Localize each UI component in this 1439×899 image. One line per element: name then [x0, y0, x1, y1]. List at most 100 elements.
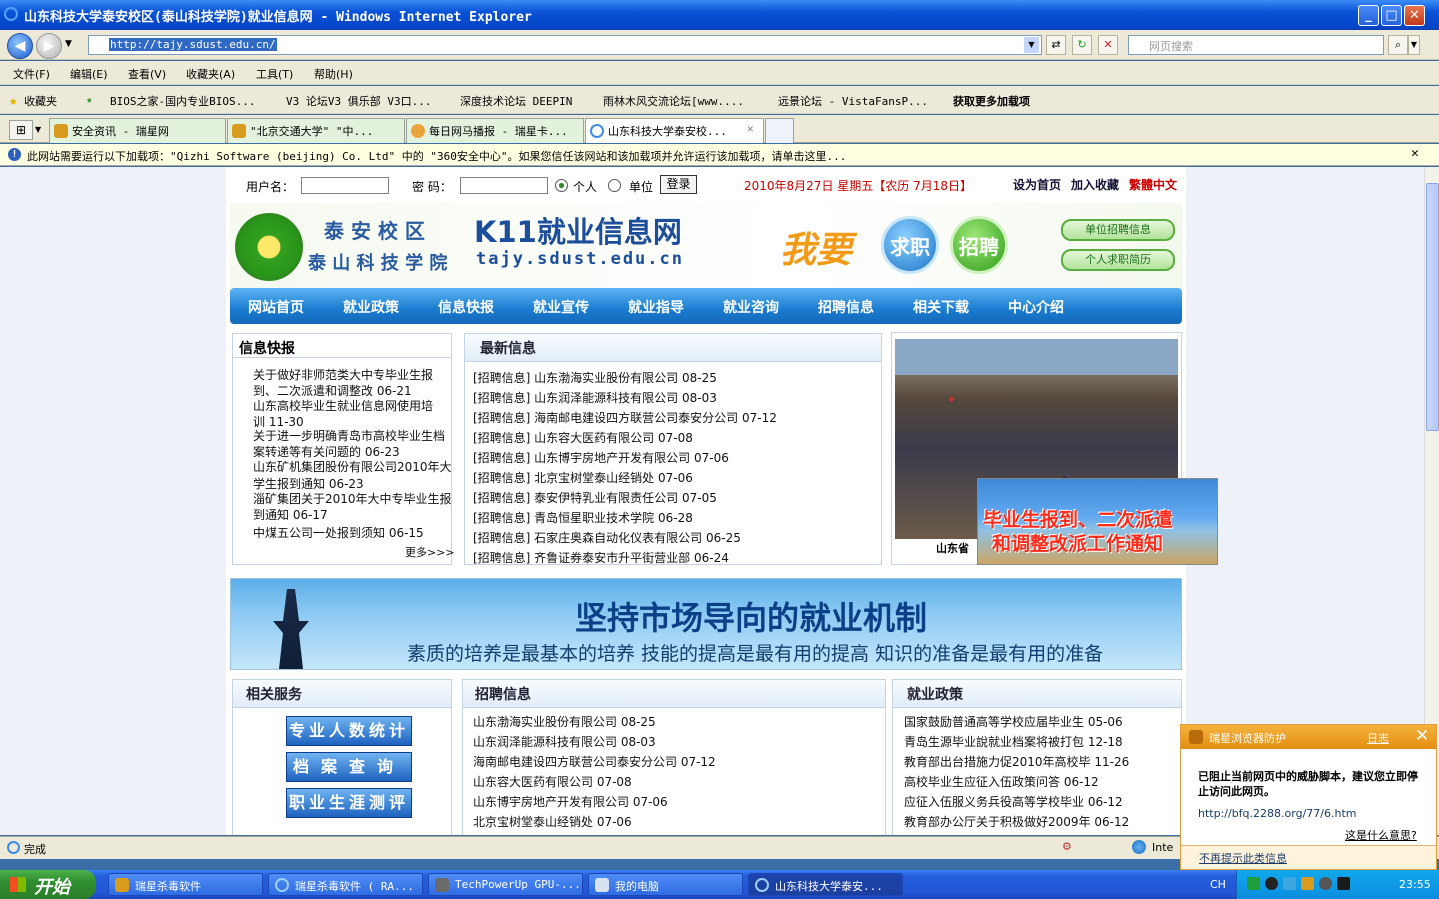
- news-line[interactable]: 中煤五公司一处报到须知 06-15: [253, 524, 424, 541]
- refresh-icon[interactable]: ↻: [1072, 35, 1092, 55]
- policy-item[interactable]: 青岛生源毕业說就业档案将被打包 12-18: [904, 733, 1123, 750]
- maximize-button[interactable]: □: [1381, 5, 1402, 26]
- popup-what-link[interactable]: 这是什么意思?: [1345, 827, 1417, 843]
- tray-network-icon[interactable]: [1247, 877, 1260, 890]
- personal-resume-button[interactable]: 个人求职简历: [1061, 249, 1175, 271]
- recruit-item[interactable]: 山东博宇房地产开发有限公司 07-06: [473, 793, 668, 810]
- taskbar-item-sdust[interactable]: 山东科技大学泰安...: [748, 873, 903, 896]
- news-line[interactable]: 关于进一步明确青岛市高校毕业生档: [253, 427, 445, 444]
- popup-dont-show-link[interactable]: 不再提示此类信息: [1199, 850, 1287, 866]
- policy-item[interactable]: 应征入伍服义务兵役高等学校毕业 06-12: [904, 793, 1123, 810]
- nav-news[interactable]: 信息快报: [438, 297, 494, 317]
- popup-log-link[interactable]: 日志: [1367, 730, 1389, 746]
- policy-item[interactable]: 国家鼓励普通高等学校应届毕业生 05-06: [904, 713, 1123, 730]
- tray-misc-icon[interactable]: [1337, 877, 1350, 890]
- fav-item-ylmf[interactable]: 雨林木风交流论坛[www....: [603, 93, 744, 109]
- nav-consult[interactable]: 就业咨询: [723, 297, 779, 317]
- set-home-link[interactable]: 设为首页: [1013, 176, 1061, 193]
- notice-banner-ad[interactable]: 毕业生报到、二次派遣 和调整改派工作通知: [977, 478, 1218, 565]
- stop-icon[interactable]: ✕: [1098, 35, 1118, 55]
- add-favorite-link[interactable]: 加入收藏: [1071, 176, 1119, 193]
- news-line[interactable]: 关于做好非师范类大中专毕业生报: [253, 366, 433, 383]
- history-dropdown-icon[interactable]: ▼: [65, 39, 72, 49]
- compat-view-icon[interactable]: ⇄: [1046, 35, 1066, 55]
- archive-query-button[interactable]: 档案查询: [286, 752, 412, 782]
- close-button[interactable]: ✕: [1404, 5, 1425, 26]
- taskbar-item-rising[interactable]: 瑞星杀毒软件: [108, 873, 263, 896]
- tab-sdust[interactable]: 山东科技大学泰安校... ✕: [585, 118, 764, 143]
- nav-recruit[interactable]: 招聘信息: [818, 297, 874, 317]
- policy-item[interactable]: 高校毕业生应征入伍政策问答 06-12: [904, 773, 1099, 790]
- latest-item[interactable]: [招聘信息] 山东博宇房地产开发有限公司 07-06: [473, 449, 729, 466]
- radio-personal[interactable]: [555, 179, 568, 192]
- forward-button[interactable]: ▶: [36, 33, 62, 59]
- tab-close-icon[interactable]: ✕: [747, 122, 754, 135]
- menu-file[interactable]: 文件(F): [13, 66, 50, 82]
- news-line[interactable]: 山东高校毕业生就业信息网使用培: [253, 397, 433, 414]
- new-tab-button[interactable]: [765, 118, 794, 143]
- tab-daily-malware[interactable]: 每日网马播报 - 瑞星卡...: [406, 118, 584, 143]
- address-dropdown-icon[interactable]: ▼: [1024, 37, 1039, 53]
- tray-rising-icon[interactable]: [1301, 877, 1314, 890]
- menu-help[interactable]: 帮助(H): [314, 66, 353, 82]
- info-close-icon[interactable]: ✕: [1411, 146, 1419, 161]
- fav-item-v3[interactable]: V3 论坛V3 俱乐部 V3口...: [286, 93, 431, 109]
- tray-clock[interactable]: 23:55: [1399, 878, 1431, 891]
- back-button[interactable]: ◀: [7, 33, 33, 59]
- search-input[interactable]: 网页搜索: [1128, 35, 1384, 55]
- latest-item[interactable]: [招聘信息] 海南邮电建设四方联营公司泰安分公司 07-12: [473, 409, 777, 426]
- username-input[interactable]: [301, 177, 389, 194]
- latest-item[interactable]: [招聘信息] 北京宝树堂泰山经销处 07-06: [473, 469, 693, 486]
- job-seek-button[interactable]: 求职: [881, 216, 939, 274]
- menu-tools[interactable]: 工具(T): [256, 66, 293, 82]
- tray-qq-icon[interactable]: [1265, 877, 1278, 890]
- menu-favorites[interactable]: 收藏夹(A): [186, 66, 235, 82]
- latest-item[interactable]: [招聘信息] 齐鲁证券泰安市升平街营业部 06-24: [473, 549, 729, 566]
- nav-publicity[interactable]: 就业宣传: [533, 297, 589, 317]
- fav-item-deepin[interactable]: 深度技术论坛 DEEPIN: [460, 93, 572, 109]
- recruit-item[interactable]: 海南邮电建设四方联营公司泰安分公司 07-12: [473, 753, 716, 770]
- traditional-chinese-link[interactable]: 繁體中文: [1129, 176, 1177, 193]
- recruit-item[interactable]: 山东渤海实业股份有限公司 08-25: [473, 713, 656, 730]
- nav-downloads[interactable]: 相关下载: [913, 297, 969, 317]
- language-indicator[interactable]: CH: [1210, 878, 1226, 891]
- nav-about[interactable]: 中心介绍: [1008, 297, 1064, 317]
- security-shield-icon[interactable]: ⚙: [1062, 840, 1072, 853]
- recruit-item[interactable]: 山东润泽能源科技有限公司 08-03: [473, 733, 656, 750]
- radio-company[interactable]: [608, 179, 621, 192]
- tray-volume-icon[interactable]: [1319, 877, 1332, 890]
- news-line[interactable]: 淄矿集团关于2010年大中专毕业生报: [253, 490, 452, 507]
- latest-item[interactable]: [招聘信息] 山东润泽能源科技有限公司 08-03: [473, 389, 717, 406]
- menu-edit[interactable]: 编辑(E): [70, 66, 108, 82]
- tab-bjtu[interactable]: "北京交通大学" "中...: [227, 118, 405, 143]
- address-field[interactable]: http://tajy.sdust.edu.cn/ ▼: [88, 35, 1042, 55]
- news-line[interactable]: 到通知 06-17: [253, 506, 328, 523]
- scroll-thumb[interactable]: [1426, 183, 1439, 431]
- recruit-button[interactable]: 招聘: [950, 216, 1008, 274]
- fav-item-addons[interactable]: 获取更多加载项: [953, 93, 1030, 109]
- policy-item[interactable]: 教育部出台措施力促2010年高校毕 11-26: [904, 753, 1129, 770]
- nav-guidance[interactable]: 就业指导: [628, 297, 684, 317]
- password-input[interactable]: [460, 177, 548, 194]
- search-options-icon[interactable]: ▼: [1408, 35, 1420, 55]
- recruit-item[interactable]: 北京宝树堂泰山经销处 07-06: [473, 813, 632, 830]
- stats-button[interactable]: 专业人数统计: [286, 716, 412, 746]
- latest-item[interactable]: [招聘信息] 石家庄奥森自动化仪表有限公司 06-25: [473, 529, 741, 546]
- search-icon[interactable]: ⌕: [1388, 35, 1408, 55]
- latest-item[interactable]: [招聘信息] 泰安伊特乳业有限责任公司 07-05: [473, 489, 717, 506]
- fav-item-vista[interactable]: 远景论坛 - VistaFansP...: [778, 93, 928, 109]
- tab-list-icon[interactable]: ▼: [35, 120, 47, 140]
- latest-item[interactable]: [招聘信息] 青岛恒星职业技术学院 06-28: [473, 509, 693, 526]
- add-favorite-icon[interactable]: ★: [86, 93, 93, 106]
- fav-item-bios[interactable]: BIOS之家-国内专业BIOS...: [110, 93, 255, 109]
- career-test-button[interactable]: 职业生涯测评: [286, 788, 412, 818]
- news-more-link[interactable]: 更多>>>: [405, 544, 455, 560]
- recruit-item[interactable]: 山东容大医药有限公司 07-08: [473, 773, 632, 790]
- quick-tabs-icon[interactable]: ⊞: [9, 120, 33, 140]
- policy-item[interactable]: 教育部办公厅关于积极做好2009年 06-12: [904, 813, 1129, 830]
- popup-close-icon[interactable]: ✕: [1415, 726, 1429, 746]
- login-button[interactable]: 登录: [660, 175, 697, 194]
- latest-item[interactable]: [招聘信息] 山东容大医药有限公司 07-08: [473, 429, 693, 446]
- favorites-button[interactable]: ★ 收藏夹: [9, 93, 57, 109]
- nav-home[interactable]: 网站首页: [248, 297, 304, 317]
